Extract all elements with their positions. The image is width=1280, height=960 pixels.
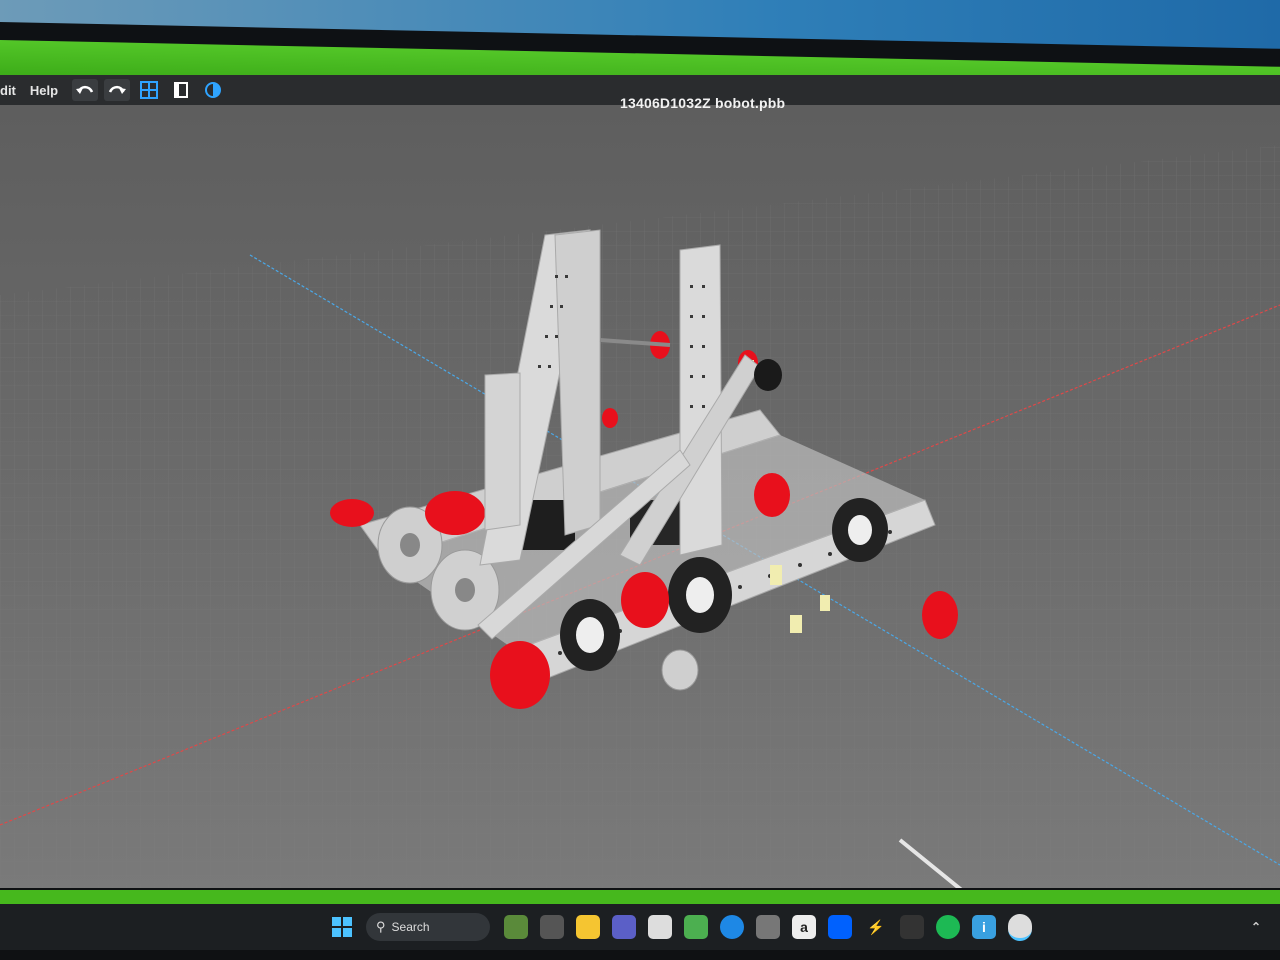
search-label: Search	[391, 920, 430, 934]
redo-button[interactable]	[104, 79, 131, 101]
document-title: 13406D1032Z bobot.pbb	[620, 95, 786, 111]
spotify-icon[interactable]	[936, 915, 960, 939]
contrast-icon	[205, 82, 222, 98]
black-hub	[754, 359, 782, 391]
box-icon	[174, 82, 189, 98]
taskbar: ⚲ Search a ⚡ i ⌃	[0, 904, 1280, 950]
store-icon[interactable]	[756, 915, 780, 939]
chevron-up-icon[interactable]: ⌃	[1244, 915, 1268, 939]
minecraft-icon[interactable]	[684, 915, 708, 939]
windows-icon	[332, 917, 352, 937]
file-explorer-icon[interactable]	[576, 915, 600, 939]
scene-canvas	[0, 105, 1280, 895]
info-app-icon[interactable]: i	[972, 915, 996, 939]
menu-help[interactable]: Help	[30, 83, 58, 98]
shading-button[interactable]	[200, 79, 226, 101]
tower-right	[679, 244, 723, 556]
side-plate	[484, 372, 521, 531]
3d-viewport[interactable]	[0, 105, 1280, 895]
amazon-icon[interactable]: a	[792, 915, 816, 939]
start-button[interactable]	[330, 915, 354, 939]
grid-icon	[140, 81, 159, 99]
search-icon: ⚲	[376, 919, 386, 934]
task-view-icon[interactable]	[540, 915, 564, 939]
capcut-icon[interactable]	[900, 915, 924, 939]
app-window: dit Help	[0, 75, 1280, 895]
teams-icon[interactable]	[612, 915, 636, 939]
taskbar-search[interactable]: ⚲ Search	[366, 913, 490, 941]
loose-red-gear	[922, 591, 958, 639]
bolt-icon[interactable]: ⚡	[864, 915, 888, 939]
edge-icon[interactable]	[720, 915, 744, 939]
redo-icon	[108, 85, 127, 94]
grid-view-button[interactable]	[136, 79, 162, 101]
active-app-icon[interactable]	[1008, 913, 1032, 941]
widgets-icon[interactable]	[504, 915, 528, 939]
undo-button[interactable]	[72, 79, 99, 101]
box-view-button[interactable]	[168, 79, 194, 101]
undo-icon	[76, 85, 94, 94]
ambient-green-bottom	[0, 890, 1280, 904]
dropbox-icon[interactable]	[828, 915, 852, 939]
menu-edit[interactable]: dit	[0, 83, 16, 98]
roblox-icon[interactable]	[648, 915, 672, 939]
